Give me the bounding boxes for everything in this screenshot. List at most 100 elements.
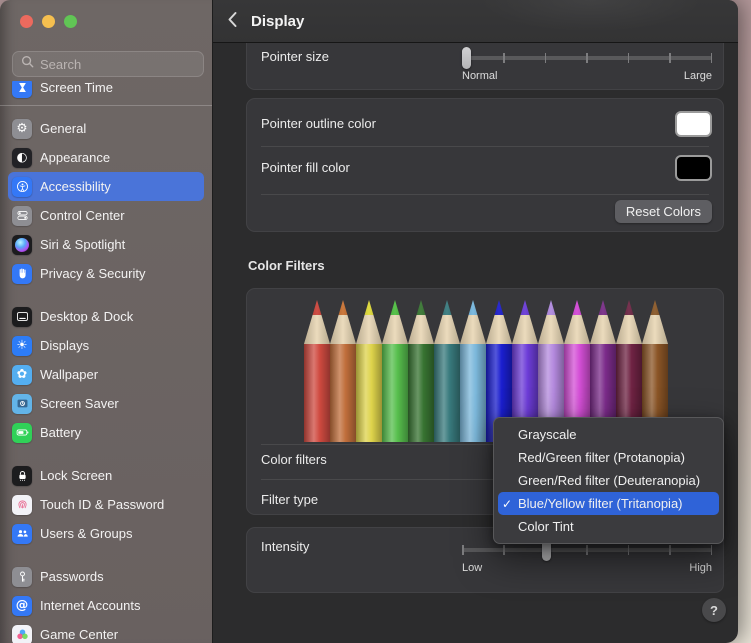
slider-tick xyxy=(628,53,630,63)
displays-sun-icon: ☀ xyxy=(12,336,32,356)
slider-tick xyxy=(545,53,547,63)
sidebar-item-touch-id-password[interactable]: Touch ID & Password xyxy=(8,490,204,519)
slider-tick xyxy=(586,53,588,63)
slider-tick xyxy=(503,53,505,63)
sidebar-divider xyxy=(0,105,212,106)
sidebar-item-internet-accounts[interactable]: @Internet Accounts xyxy=(8,591,204,620)
page-title: Display xyxy=(251,13,304,30)
slider-min-label: Normal xyxy=(462,70,497,82)
sidebar-item-label: Screen Time xyxy=(40,81,113,95)
sidebar-nav: Screen Time ⚙General◐Appearance Accessibil… xyxy=(0,81,212,643)
sidebar-item-battery[interactable]: Battery xyxy=(8,418,204,447)
slider-tick xyxy=(669,545,671,555)
menu-item-label: Color Tint xyxy=(518,519,574,534)
game-center-icon xyxy=(12,625,32,643)
slider-tick xyxy=(628,545,630,555)
sidebar-item-lock-screen[interactable]: Lock Screen xyxy=(8,461,204,490)
system-settings-window: Screen Time ⚙General◐Appearance Accessibil… xyxy=(0,0,738,643)
search-field[interactable] xyxy=(12,51,204,77)
zoom-button[interactable] xyxy=(64,15,77,28)
pointer-fill-color-swatch[interactable] xyxy=(675,155,712,181)
sidebar-item-screen-time[interactable]: Screen Time xyxy=(8,81,204,102)
menu-item-label: Green/Red filter (Deuteranopia) xyxy=(518,473,700,488)
minimize-button[interactable] xyxy=(42,15,55,28)
sidebar-item-label: Users & Groups xyxy=(40,526,132,541)
key-icon xyxy=(12,567,32,587)
pencil xyxy=(330,300,356,442)
header: Display xyxy=(213,0,738,43)
sidebar-item-label: Privacy & Security xyxy=(40,266,145,281)
slider-tick xyxy=(711,545,713,555)
filter-type-row-label: Filter type xyxy=(261,492,318,507)
wallpaper-flower-icon: ✿ xyxy=(12,365,32,385)
pointer-fill-color-label: Pointer fill color xyxy=(261,160,350,175)
sidebar-item-wallpaper[interactable]: ✿ Wallpaper xyxy=(8,360,204,389)
pencil xyxy=(460,300,486,442)
menu-item-label: Blue/Yellow filter (Tritanopia) xyxy=(518,496,683,511)
sidebar-item-control-center[interactable]: Control Center xyxy=(8,201,204,230)
menu-item-grayscale[interactable]: Grayscale xyxy=(498,423,719,446)
reset-colors-button[interactable]: Reset Colors xyxy=(615,200,712,223)
pencil-body xyxy=(356,344,382,442)
slider-range-labels: LowHigh xyxy=(462,562,712,574)
pencil xyxy=(434,300,460,442)
sidebar-item-label: Screen Saver xyxy=(40,396,119,411)
pencil-tip xyxy=(408,300,434,344)
intensity-slider[interactable]: LowHigh xyxy=(462,540,712,574)
slider-max-label: High xyxy=(689,562,712,574)
menu-item-green-red-filter-deuteranopia[interactable]: Green/Red filter (Deuteranopia) xyxy=(498,469,719,492)
back-button[interactable] xyxy=(227,11,238,31)
fingerprint-icon xyxy=(12,495,32,515)
pointer-size-slider[interactable]: NormalLarge xyxy=(462,48,712,82)
sidebar-group: Passwords @Internet AccountsGame Center xyxy=(8,562,204,643)
menu-item-blue-yellow-filter-tritanopia[interactable]: ✓Blue/Yellow filter (Tritanopia) xyxy=(498,492,719,515)
sidebar-item-screen-saver[interactable]: Screen Saver xyxy=(8,389,204,418)
sidebar-item-appearance[interactable]: ◐Appearance xyxy=(8,143,204,172)
window-controls xyxy=(20,15,77,28)
sidebar-item-label: Wallpaper xyxy=(40,367,98,382)
sidebar-item-game-center[interactable]: Game Center xyxy=(8,620,204,643)
intensity-label: Intensity xyxy=(261,539,309,554)
pencil-tip xyxy=(382,300,408,344)
pencil-tip xyxy=(642,300,668,344)
divider xyxy=(261,194,709,195)
pencil-body xyxy=(408,344,434,442)
pencil-body xyxy=(460,344,486,442)
close-button[interactable] xyxy=(20,15,33,28)
pointer-outline-color-label: Pointer outline color xyxy=(261,116,376,131)
sidebar-item-label: Desktop & Dock xyxy=(40,309,133,324)
pointer-colors-card: Pointer outline color Pointer fill color… xyxy=(246,98,724,232)
sidebar-item-label: Lock Screen xyxy=(40,468,112,483)
slider-handle[interactable] xyxy=(462,47,471,69)
help-button[interactable]: ? xyxy=(702,598,726,622)
sidebar-item-siri-spotlight[interactable]: Siri & Spotlight xyxy=(8,230,204,259)
sidebar-item-passwords[interactable]: Passwords xyxy=(8,562,204,591)
pencil xyxy=(382,300,408,442)
color-filters-section-title: Color Filters xyxy=(248,258,325,273)
sidebar-item-general[interactable]: ⚙General xyxy=(8,114,204,143)
menu-item-label: Red/Green filter (Protanopia) xyxy=(518,450,685,465)
sidebar-item-label: Displays xyxy=(40,338,89,353)
slider-tick xyxy=(586,545,588,555)
sidebar-item-desktop-dock[interactable]: Desktop & Dock xyxy=(8,302,204,331)
menu-item-color-tint[interactable]: Color Tint xyxy=(498,515,719,538)
sidebar-item-label: Passwords xyxy=(40,569,104,584)
pencil-tip xyxy=(616,300,642,344)
privacy-hand-icon xyxy=(12,264,32,284)
pencil-body xyxy=(330,344,356,442)
divider xyxy=(261,146,709,147)
at-sign-icon: @ xyxy=(12,596,32,616)
sidebar-item-privacy-security[interactable]: Privacy & Security xyxy=(8,259,204,288)
sidebar-item-users-groups[interactable]: Users & Groups xyxy=(8,519,204,548)
menu-item-red-green-filter-protanopia[interactable]: Red/Green filter (Protanopia) xyxy=(498,446,719,469)
screen-time-icon xyxy=(12,81,32,98)
search-input[interactable] xyxy=(40,57,195,72)
slider-track[interactable] xyxy=(462,48,712,68)
sidebar-item-displays[interactable]: ☀ Displays xyxy=(8,331,204,360)
pencil-tip xyxy=(590,300,616,344)
pencil-tip xyxy=(460,300,486,344)
pointer-outline-color-swatch[interactable] xyxy=(675,111,712,137)
sidebar-item-label: Accessibility xyxy=(40,179,111,194)
sidebar-item-accessibility[interactable]: Accessibility xyxy=(8,172,204,201)
screen-saver-icon xyxy=(12,394,32,414)
